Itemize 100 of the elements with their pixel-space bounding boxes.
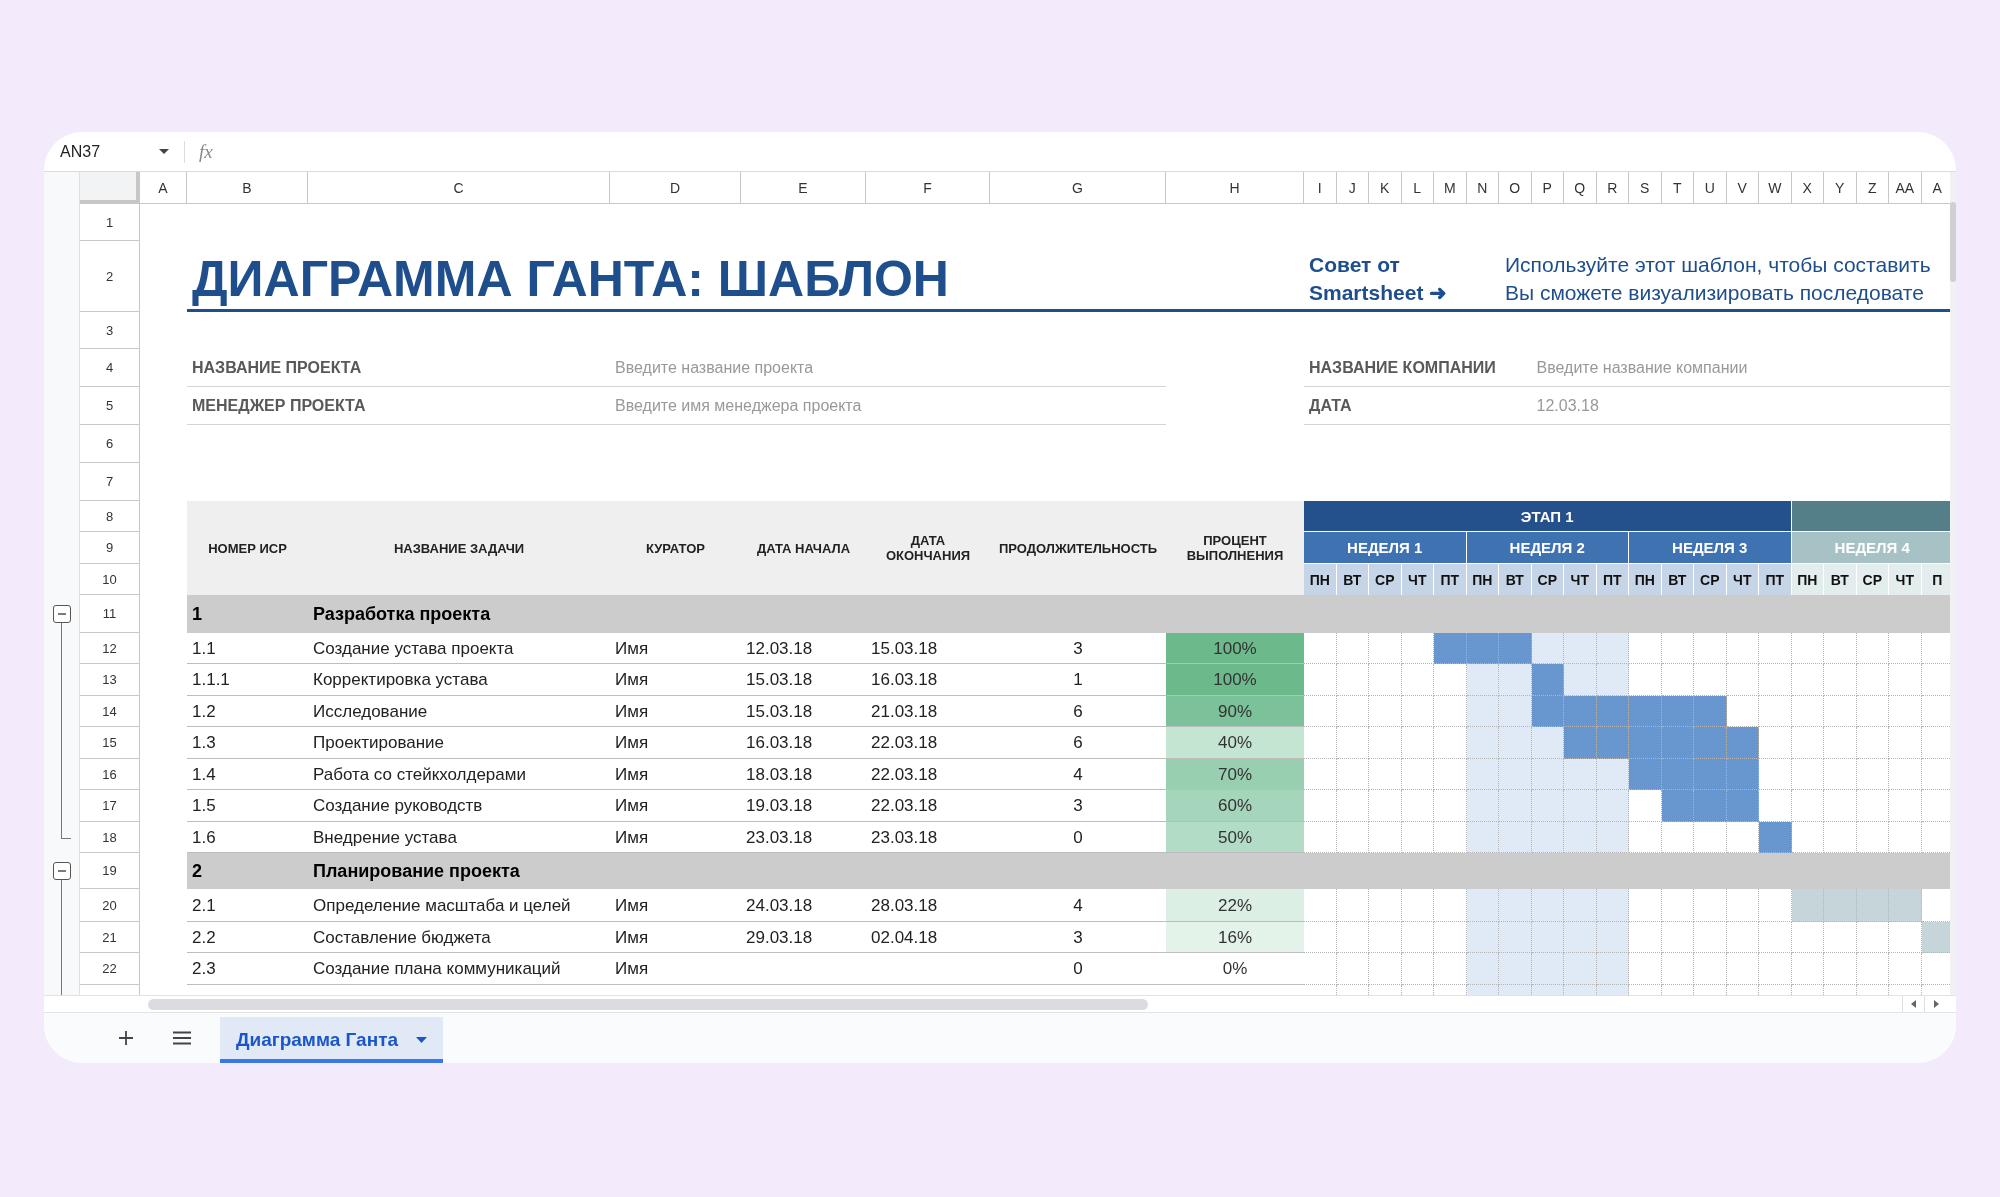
day-header: ВТ <box>1336 564 1369 595</box>
column-header[interactable]: D <box>610 172 741 204</box>
collapse-button[interactable] <box>53 605 71 623</box>
start-date: 24.03.18 <box>745 894 814 917</box>
row-number[interactable]: 7 <box>80 463 140 501</box>
end-date: 23.03.18 <box>870 826 939 849</box>
column-header[interactable]: B <box>187 172 308 204</box>
day-header: ПН <box>1629 564 1662 595</box>
row-number[interactable]: 10 <box>80 564 140 595</box>
task-name: Работа со стейкхолдерами <box>312 763 527 786</box>
collapse-button[interactable] <box>53 862 71 880</box>
column-header[interactable]: R <box>1596 172 1629 204</box>
field-value: 12.03.18 <box>1535 396 1600 416</box>
day-header: СР <box>1694 564 1727 595</box>
column-header[interactable]: U <box>1694 172 1727 204</box>
end-date: 22.03.18 <box>870 763 939 786</box>
row-number[interactable]: 20 <box>80 889 140 922</box>
field-label: НАЗВАНИЕ ПРОЕКТА <box>191 358 363 378</box>
column-header[interactable]: V <box>1726 172 1759 204</box>
row-number[interactable]: 18 <box>80 822 140 853</box>
column-header[interactable]: X <box>1791 172 1824 204</box>
task-owner: Имя <box>614 763 650 786</box>
row-number[interactable]: 6 <box>80 425 140 463</box>
column-heading: ДАТА НАЧАЛА <box>741 501 866 595</box>
day-header: ВТ <box>1661 564 1694 595</box>
row-number[interactable]: 15 <box>80 727 140 759</box>
column-header[interactable]: T <box>1661 172 1694 204</box>
task-duration: 3 <box>1072 637 1084 660</box>
task-name: Создание устава проекта <box>312 637 515 660</box>
start-date: 23.03.18 <box>745 826 814 849</box>
wbs-number: 2.2 <box>191 926 217 949</box>
row-number[interactable]: 19 <box>80 853 140 889</box>
phase-name: Планирование проекта <box>312 859 521 883</box>
task-name: Исследование <box>312 700 429 723</box>
column-header[interactable]: L <box>1401 172 1434 204</box>
column-header[interactable]: I <box>1304 172 1337 204</box>
column-header[interactable]: G <box>990 172 1166 204</box>
tip-text: Используйте этот шаблон, чтобы составить Вы сможете визуализировать последовате <box>1504 252 1932 306</box>
column-heading: НАЗВАНИЕ ЗАДАЧИ <box>308 501 610 595</box>
start-date: 16.03.18 <box>745 732 814 754</box>
column-header[interactable]: C <box>308 172 610 204</box>
row-number[interactable]: 12 <box>80 633 140 664</box>
scrollbar-thumb[interactable] <box>1950 202 1956 282</box>
column-header[interactable]: M <box>1434 172 1467 204</box>
row-number[interactable]: 4 <box>80 349 140 387</box>
column-heading: НОМЕР ИСР <box>187 501 308 595</box>
percent-cell: 90% <box>1166 696 1304 727</box>
wbs-number: 1.6 <box>191 826 217 849</box>
row-number[interactable]: 8 <box>80 501 140 532</box>
plus-icon <box>118 1030 134 1046</box>
name-box[interactable]: AN37 <box>60 142 150 161</box>
row-number[interactable]: 11 <box>80 595 140 633</box>
task-owner: Имя <box>614 669 650 691</box>
wbs-number: 2.1 <box>191 894 217 917</box>
column-header[interactable]: Q <box>1564 172 1597 204</box>
row-number[interactable]: 5 <box>80 387 140 425</box>
week-header: НЕДЕЛЯ 1 <box>1304 532 1467 564</box>
row-number[interactable]: 2 <box>80 241 140 312</box>
start-date: 15.03.18 <box>745 700 814 723</box>
column-header[interactable]: N <box>1466 172 1499 204</box>
field-value: Введите название проекта <box>614 358 815 378</box>
task-name: Составление бюджета <box>312 926 492 949</box>
column-header[interactable]: AA <box>1889 172 1922 204</box>
column-header[interactable]: P <box>1531 172 1564 204</box>
column-header[interactable]: S <box>1629 172 1662 204</box>
column-header[interactable]: H <box>1166 172 1304 204</box>
stage-header: ЭТАП 1 <box>1304 501 1792 532</box>
row-number[interactable]: 1 <box>80 204 140 241</box>
percent-cell: 70% <box>1166 759 1304 790</box>
row-number[interactable]: 22 <box>80 953 140 985</box>
right-triangle-icon <box>1932 1000 1939 1008</box>
row-number[interactable]: 3 <box>80 312 140 349</box>
task-owner: Имя <box>614 926 650 949</box>
task-owner: Имя <box>614 700 650 723</box>
column-header[interactable]: J <box>1336 172 1369 204</box>
column-header[interactable]: A <box>140 172 187 204</box>
day-header: П <box>1921 564 1950 595</box>
day-header: ПН <box>1304 564 1337 595</box>
column-header[interactable]: E <box>741 172 866 204</box>
column-header[interactable]: F <box>866 172 990 204</box>
task-duration: 1 <box>1072 669 1084 691</box>
column-header[interactable]: Z <box>1856 172 1889 204</box>
wbs-number: 2.3 <box>191 958 217 980</box>
day-header: ЧТ <box>1401 564 1434 595</box>
column-header[interactable]: Y <box>1824 172 1857 204</box>
row-number[interactable]: 21 <box>80 922 140 953</box>
row-number[interactable]: 13 <box>80 664 140 696</box>
sheet-tab[interactable]: Диаграмма Ганта <box>220 1017 443 1063</box>
row-number[interactable]: 16 <box>80 759 140 790</box>
column-header[interactable]: O <box>1499 172 1532 204</box>
row-number[interactable]: 9 <box>80 532 140 564</box>
column-header[interactable]: W <box>1759 172 1792 204</box>
week-header: НЕДЕЛЯ 3 <box>1629 532 1792 564</box>
column-header[interactable]: K <box>1369 172 1402 204</box>
scrollbar-thumb[interactable] <box>148 998 1148 1010</box>
percent-cell: 40% <box>1166 727 1304 759</box>
column-heading: ПРОДОЛЖИТЕЛЬНОСТЬ <box>990 501 1166 595</box>
row-number[interactable]: 14 <box>80 696 140 727</box>
row-number[interactable]: 17 <box>80 790 140 822</box>
caret-icon[interactable] <box>158 148 170 155</box>
